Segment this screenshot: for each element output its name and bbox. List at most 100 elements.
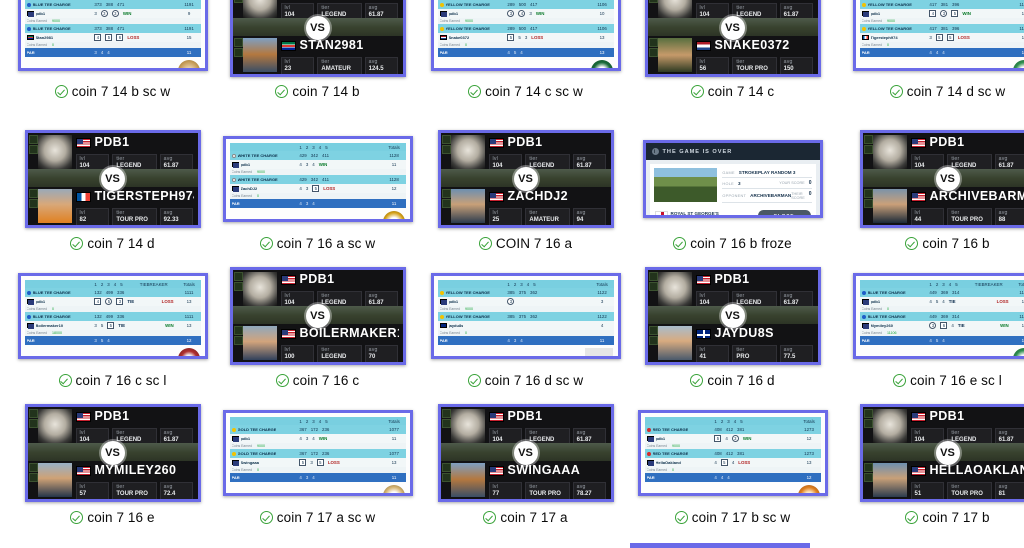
- thumbnail-image[interactable]: PDB1 lvl 104 tier LEGEND avg 61.87 VS SWINGAAA lv…: [437, 404, 614, 502]
- thumbnail-image[interactable]: i THE GAME IS OVER GAME STROKEPLAY RANDOM 3…: [642, 140, 823, 218]
- stat-value: 92.33: [163, 217, 179, 223]
- gallery-item[interactable]: 1 2 3 4 5 Totals GOLD TEE CHARGE 367 172 236 1077 p…: [215, 402, 420, 525]
- stat-avg: avg 94: [572, 208, 607, 225]
- thumbnail-image[interactable]: 1 2 3 4 5 TIEBREAKER Totals BLUE TEE CHARGE 132 4…: [17, 273, 208, 359]
- player-name: PDB1: [299, 273, 335, 286]
- thumbnail-image[interactable]: 1 2 3 4 5 Totals GOLD TEE CHARGE 367 172 236 1077 p…: [222, 410, 413, 496]
- par-value: 4: [520, 50, 523, 55]
- par-label-cell: PAR: [230, 199, 297, 208]
- thumbnail-image[interactable]: 12345TotalsYELLOW TEE CHARGE289500417110…: [430, 0, 621, 71]
- tee-row: YELLOW TEE CHARGE 289 500 417 1106: [437, 0, 614, 9]
- gallery-item[interactable]: PDB1 lvl 104 tier LEGEND avg 61.87 VS ZACHDJ2 lvl…: [423, 128, 628, 251]
- item-filename: coin 7 16 b: [922, 236, 990, 251]
- header-spacer: [230, 143, 297, 151]
- item-caption[interactable]: coin 7 16 a sc w: [259, 236, 375, 251]
- room-line: ROOMCASABLANCA: [26, 356, 92, 359]
- player-total: 13: [806, 460, 812, 465]
- item-caption[interactable]: coin 7 16 b froze: [673, 236, 792, 251]
- thumbnail-image[interactable]: 1 2 3 4 5 Totals RED TEE CHARGE 408 412 381 1273 pd…: [637, 410, 828, 496]
- versus-card: PDB1 lvl 104 tier LEGEND avg 61.87 VS ARCHIVEBAR…: [862, 133, 1024, 225]
- item-caption[interactable]: coin 7 14 d sc w: [889, 84, 1005, 99]
- gallery-item[interactable]: i THE GAME IS OVER GAME STROKEPLAY RANDOM 3…: [630, 128, 835, 251]
- tee-total: 1077: [389, 427, 399, 432]
- badge-icon: [28, 199, 38, 209]
- thumbnail-image[interactable]: PDB1 lvl 104 tier LEGEND avg 61.87 VS ZACHDJ2 lvl…: [437, 130, 614, 228]
- game-mode-line: GAME STROKEPLAY RANDOM 3: [722, 168, 812, 178]
- thumbnail-image[interactable]: PDB1 lvl 104 tier LEGEND avg 61.87 VS TIGERSTEPH…: [24, 130, 201, 228]
- item-caption[interactable]: COIN 7 16 a: [478, 236, 572, 251]
- vs-badge: VS: [305, 16, 330, 40]
- item-caption[interactable]: coin 7 14 b sc w: [54, 84, 170, 99]
- gallery-item[interactable]: PDB1 lvl 104 tier LEGEND avg 61.87 VS HELLAOAKLA…: [845, 402, 1024, 525]
- badge-icon: [441, 463, 451, 473]
- item-caption[interactable]: coin 7 14 c sc w: [468, 84, 583, 99]
- gallery-item[interactable]: 1 2 3 4 5 Totals YELLOW TEE CHARGE 385 375 362 112…: [423, 265, 628, 388]
- thumbnail-image[interactable]: PDB1lvl104tierLEGENDavg61.87VSSNAKE0372l…: [644, 0, 821, 77]
- par-label-cell: PAR: [25, 48, 92, 57]
- gallery-item[interactable]: 1 2 3 4 5 TIEBREAKER Totals BLUE TEE CHARGE 132 4…: [10, 265, 215, 388]
- player-name: Snake0372: [448, 35, 470, 40]
- player-name: PDB1: [94, 136, 130, 149]
- flag-icon-us: [861, 323, 869, 329]
- thumbnail-image[interactable]: 1 2 3 4 5 Totals YELLOW TEE CHARGE 385 375 362 112…: [430, 273, 621, 359]
- gallery-item[interactable]: 12345TIEBREAKERTotalsBLUE TEE CHARGE4493…: [845, 265, 1024, 388]
- gallery-item[interactable]: PDB1 lvl 104 tier LEGEND avg 61.87 VS BOILERMAKE…: [215, 265, 420, 388]
- tee-row: YELLOW TEE CHARGE 417381396 1194: [859, 24, 1024, 33]
- player-name: ZACHDJ2: [507, 190, 568, 204]
- item-caption[interactable]: coin 7 16 d: [690, 373, 774, 388]
- gallery-item[interactable]: 1 2 3 4 5 Totals WHITE TEE CHARGE 429 342 411 1128…: [215, 128, 420, 251]
- par-total: 13: [1021, 338, 1024, 343]
- item-caption[interactable]: coin 7 14 c: [690, 84, 774, 99]
- thumbnail-image[interactable]: 12345TotalsBLUE TEE CHARGE3733884711191p…: [17, 0, 208, 71]
- gallery-item[interactable]: PDB1 lvl 104 tier LEGEND avg 61.87 VS MYMILEY260…: [10, 402, 215, 525]
- gallery-item[interactable]: 12345TotalsYELLOW TEE CHARGE289500417110…: [423, 0, 628, 99]
- item-filename: coin 7 17 a sc w: [276, 510, 376, 525]
- scorecard-card: 12345TotalsYELLOW TEE CHARGE417381396119…: [855, 0, 1024, 68]
- gallery-item[interactable]: 12345TotalsBLUE TEE CHARGE3733884711191p…: [10, 0, 215, 99]
- thumbnail-image[interactable]: PDB1lvl104tierLEGENDavg61.87VSSTAN2981lv…: [229, 0, 406, 77]
- gallery-item[interactable]: PDB1 lvl 104 tier LEGEND avg 61.87 VS SWINGAAA lv…: [423, 402, 628, 525]
- item-caption[interactable]: coin 7 16 c: [275, 373, 359, 388]
- thumbnail-image[interactable]: PDB1 lvl 104 tier LEGEND avg 61.87 VS HELLAOAKLA…: [859, 404, 1024, 502]
- gallery-item[interactable]: PDB1 lvl 104 tier LEGEND avg 61.87 VS TIGERSTEPH…: [10, 128, 215, 251]
- tee-total: 1190: [1019, 290, 1024, 295]
- player-cell: pdb1: [438, 9, 505, 18]
- next-row-thumbnail-edge[interactable]: [630, 543, 810, 548]
- item-caption[interactable]: coin 7 16 c sc l: [58, 373, 167, 388]
- thumbnail-image[interactable]: PDB1 lvl 104 tier LEGEND avg 61.87 VS MYMILEY260…: [24, 404, 201, 502]
- gallery-item[interactable]: 1 2 3 4 5 Totals RED TEE CHARGE 408 412 381 1273 pd…: [630, 402, 835, 525]
- close-button[interactable]: CLOSE: [757, 210, 811, 215]
- thumbnail-image[interactable]: 12345TIEBREAKERTotalsBLUE TEE CHARGE4493…: [852, 273, 1024, 359]
- thumbnail-image[interactable]: PDB1 lvl 104 tier LEGEND avg 61.87 VS ARCHIVEBAR…: [859, 130, 1024, 228]
- yardage: 367: [299, 451, 307, 456]
- tee-label: BLUE TEE CHARGE: [32, 2, 71, 7]
- room-meta: ROOMCASABLANCAPRIZE18000: [231, 219, 297, 222]
- item-caption[interactable]: coin 7 16 e: [70, 510, 154, 525]
- gallery-item[interactable]: PDB1lvl104tierLEGENDavg61.87VSSTAN2981lv…: [215, 0, 420, 99]
- room-line: ROOMCASABLANCA: [861, 356, 927, 359]
- item-caption[interactable]: coin 7 17 a sc w: [259, 510, 376, 525]
- item-caption[interactable]: coin 7 16 d sc w: [467, 373, 583, 388]
- badge-icon: [648, 282, 658, 291]
- item-caption[interactable]: coin 7 17 b: [905, 510, 989, 525]
- item-caption[interactable]: coin 7 14 d: [70, 236, 154, 251]
- thumbnail-image[interactable]: 12345TotalsYELLOW TEE CHARGE417381396119…: [852, 0, 1024, 71]
- thumbnail-image[interactable]: PDB1 lvl 104 tier LEGEND avg 61.87 VS BOILERMAKE…: [229, 267, 406, 365]
- par-value: 4: [714, 475, 717, 480]
- gallery-item[interactable]: PDB1 lvl 104 tier LEGEND avg 61.87 VS JAYDU8S lvl…: [630, 265, 835, 388]
- gallery-item[interactable]: PDB1lvl104tierLEGENDavg61.87VSSNAKE0372l…: [630, 0, 835, 99]
- item-caption[interactable]: coin 7 16 b: [905, 236, 989, 251]
- item-caption[interactable]: coin 7 14 b: [275, 84, 359, 99]
- item-caption[interactable]: coin 7 17 a: [483, 510, 567, 525]
- item-caption[interactable]: coin 7 16 e sc l: [893, 373, 1002, 388]
- stat-value: LEGEND: [321, 354, 347, 360]
- thumbnail-image[interactable]: 1 2 3 4 5 Totals WHITE TEE CHARGE 429 342 411 1128…: [222, 136, 413, 222]
- selected-check-icon: [905, 511, 919, 524]
- coins-value: 0: [672, 468, 675, 472]
- gallery-item[interactable]: PDB1 lvl 104 tier LEGEND avg 61.87 VS ARCHIVEBAR…: [845, 128, 1024, 251]
- thumbnail-image[interactable]: PDB1 lvl 104 tier LEGEND avg 61.87 VS JAYDU8S lvl…: [644, 267, 821, 365]
- item-caption[interactable]: coin 7 17 b sc w: [674, 510, 790, 525]
- scorecard-footer: ROOMCASABLANCAPRIZE18000: [856, 57, 1024, 68]
- stat-lvl: lvl 23: [280, 57, 315, 74]
- gallery-item[interactable]: 12345TotalsYELLOW TEE CHARGE417381396119…: [845, 0, 1024, 99]
